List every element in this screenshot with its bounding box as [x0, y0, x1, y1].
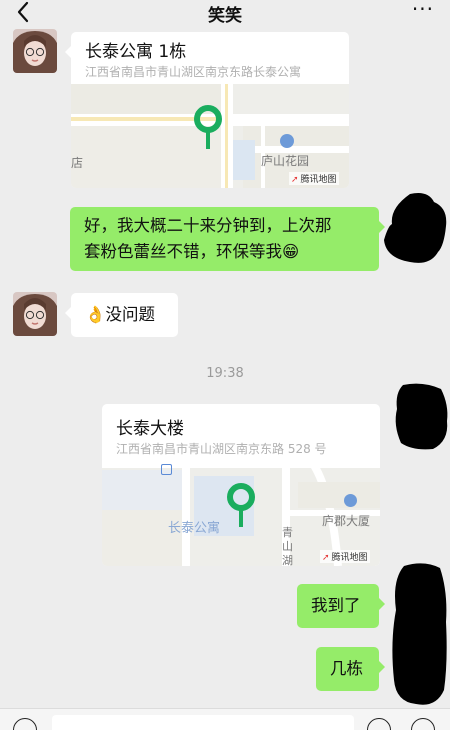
- map-preview: 长泰公寓 青 山 湖 庐郡大厦 ➚ 腾讯地图: [102, 462, 380, 566]
- avatar[interactable]: [13, 29, 57, 73]
- location-title: 长泰大楼: [116, 419, 184, 439]
- map-poi-label: 湖: [282, 554, 293, 566]
- message-input[interactable]: [52, 715, 354, 730]
- chat-title: 笑笑: [208, 6, 242, 26]
- map-brand-label: ➚ 腾讯地图: [320, 550, 370, 563]
- location-pin-icon: [194, 105, 222, 149]
- message-text: 👌没问题: [85, 305, 156, 324]
- location-address: 江西省南昌市青山湖区南京东路长泰公寓: [85, 65, 302, 79]
- message-text: 好，我大概二十来分钟到，上次那: [84, 216, 332, 235]
- map-poi-label: 店: [71, 156, 84, 170]
- chat-header: 笑笑 ···: [0, 0, 450, 26]
- message-text: 我到了: [311, 596, 361, 615]
- avatar[interactable]: [13, 292, 57, 336]
- message-text: 几栋: [330, 659, 363, 678]
- location-pin-icon: [227, 483, 255, 527]
- redaction-mark: [395, 383, 448, 450]
- map-poi-label: 庐山花园: [261, 154, 310, 168]
- voice-icon[interactable]: [13, 718, 37, 730]
- redaction-mark: [384, 193, 447, 263]
- message-bubble-incoming[interactable]: 👌没问题: [65, 293, 178, 337]
- emoji-icon[interactable]: [367, 718, 391, 730]
- map-preview: 店 庐山花园 ➚ 腾讯地图: [71, 84, 349, 188]
- map-brand-label: ➚ 腾讯地图: [289, 172, 339, 185]
- redaction-mark: [392, 563, 447, 705]
- input-bar: [0, 708, 450, 730]
- more-icon[interactable]: ···: [412, 0, 434, 19]
- poi-icon: [280, 134, 294, 148]
- map-poi-label: 长泰公寓: [168, 521, 221, 536]
- poi-icon: [344, 494, 357, 507]
- message-bubble-outgoing[interactable]: 好，我大概二十来分钟到，上次那 套粉色蕾丝不错，环保等我😁: [70, 207, 385, 271]
- poi-icon: [161, 464, 172, 475]
- plus-icon[interactable]: [411, 718, 435, 730]
- location-card[interactable]: 长泰大楼 江西省南昌市青山湖区南京东路 528 号 长泰公寓 青 山 湖 庐郡大…: [102, 404, 380, 566]
- location-title: 长泰公寓 1栋: [85, 42, 187, 62]
- location-card[interactable]: 长泰公寓 1栋 江西省南昌市青山湖区南京东路长泰公寓 店 庐山花园 ➚ 腾讯地图: [65, 32, 349, 188]
- map-poi-label: 庐郡大厦: [322, 514, 371, 528]
- location-address: 江西省南昌市青山湖区南京东路 528 号: [116, 442, 327, 456]
- message-text: 套粉色蕾丝不错，环保等我😁: [84, 242, 300, 261]
- message-bubble-outgoing[interactable]: 几栋: [316, 647, 385, 691]
- timestamp: 19:38: [206, 366, 244, 381]
- message-bubble-outgoing[interactable]: 我到了: [297, 584, 385, 628]
